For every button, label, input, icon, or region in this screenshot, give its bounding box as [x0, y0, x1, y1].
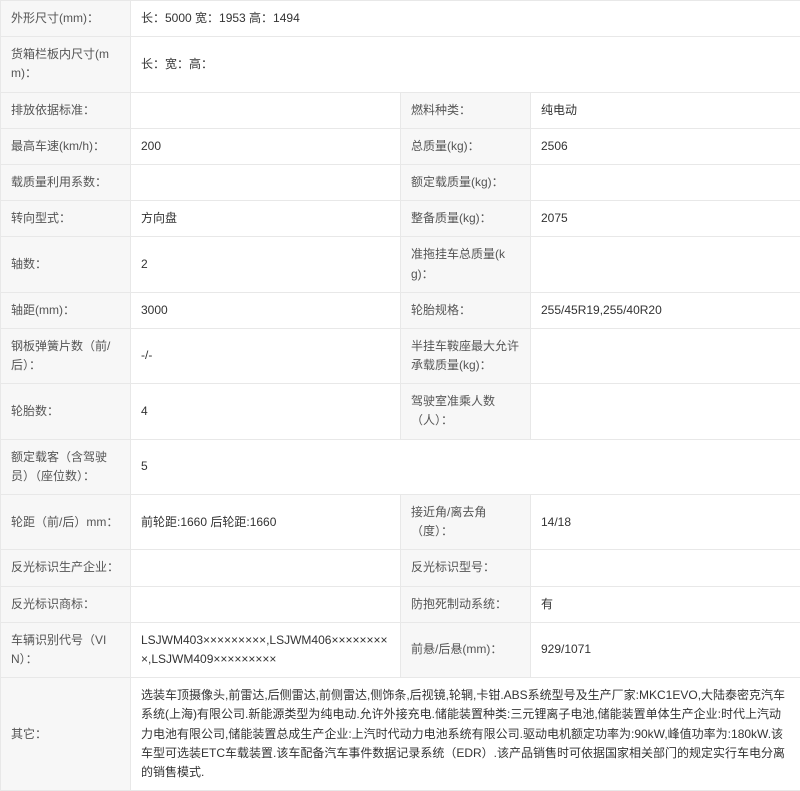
spec-row: 其它：选装车顶摄像头,前雷达,后侧雷达,前侧雷达,侧饰条,后视镜,轮辋,卡钳.A…: [1, 678, 800, 791]
spec-label: 燃料种类：: [401, 92, 531, 128]
spec-label: 转向型式：: [1, 201, 131, 237]
spec-label: 总质量(kg)：: [401, 128, 531, 164]
spec-value: 选装车顶摄像头,前雷达,后侧雷达,前侧雷达,侧饰条,后视镜,轮辋,卡钳.ABS系…: [131, 678, 800, 791]
spec-row: 载质量利用系数： 额定载质量(kg)：: [1, 164, 800, 200]
spec-row: 车辆识别代号（VIN）：LSJWM403×××××××××,LSJWM406××…: [1, 622, 800, 677]
spec-label: 轮距（前/后）mm：: [1, 495, 131, 550]
spec-label: 额定载质量(kg)：: [401, 164, 531, 200]
spec-label: 反光标识型号：: [401, 550, 531, 586]
spec-value: [531, 237, 800, 292]
spec-row: 轴距(mm)：3000轮胎规格：255/45R19,255/40R20: [1, 292, 800, 328]
spec-value: LSJWM403×××××××××,LSJWM406×××××××××,LSJW…: [131, 622, 401, 677]
spec-row: 钢板弹簧片数（前/后）：-/-半挂车鞍座最大允许承载质量(kg)：: [1, 328, 800, 383]
spec-value: [131, 550, 401, 586]
spec-value: -/-: [131, 328, 401, 383]
spec-value: [531, 384, 800, 439]
spec-value: 长：5000 宽：1953 高：1494: [131, 1, 800, 37]
spec-label: 准拖挂车总质量(kg)：: [401, 237, 531, 292]
spec-row: 轴数：2准拖挂车总质量(kg)：: [1, 237, 800, 292]
spec-label: 半挂车鞍座最大允许承载质量(kg)：: [401, 328, 531, 383]
spec-row: 轮距（前/后）mm：前轮距:1660 后轮距:1660接近角/离去角（度）：14…: [1, 495, 800, 550]
spec-value: 200: [131, 128, 401, 164]
spec-row: 轮胎数：4驾驶室准乘人数（人）：: [1, 384, 800, 439]
spec-value: 4: [131, 384, 401, 439]
spec-label: 整备质量(kg)：: [401, 201, 531, 237]
spec-row: 外形尺寸(mm)：长：5000 宽：1953 高：1494: [1, 1, 800, 37]
spec-value: [531, 164, 800, 200]
spec-label: 接近角/离去角（度）：: [401, 495, 531, 550]
vehicle-spec-table: 外形尺寸(mm)：长：5000 宽：1953 高：1494货箱栏板内尺寸(mm)…: [0, 0, 800, 791]
spec-value: 2075: [531, 201, 800, 237]
spec-value: [531, 328, 800, 383]
spec-value: 2506: [531, 128, 800, 164]
spec-label: 前悬/后悬(mm)：: [401, 622, 531, 677]
spec-value: [531, 550, 800, 586]
spec-label: 轮胎规格：: [401, 292, 531, 328]
spec-row: 排放依据标准： 燃料种类：纯电动: [1, 92, 800, 128]
spec-label: 车辆识别代号（VIN）：: [1, 622, 131, 677]
spec-value: 方向盘: [131, 201, 401, 237]
spec-value: 2: [131, 237, 401, 292]
spec-row: 反光标识生产企业： 反光标识型号：: [1, 550, 800, 586]
spec-value: 5: [131, 439, 800, 494]
spec-row: 转向型式：方向盘整备质量(kg)：2075: [1, 201, 800, 237]
spec-value: 3000: [131, 292, 401, 328]
spec-label: 轴数：: [1, 237, 131, 292]
spec-label: 外形尺寸(mm)：: [1, 1, 131, 37]
spec-label: 货箱栏板内尺寸(mm)：: [1, 37, 131, 92]
spec-value: 255/45R19,255/40R20: [531, 292, 800, 328]
spec-value: 前轮距:1660 后轮距:1660: [131, 495, 401, 550]
spec-value: 929/1071: [531, 622, 800, 677]
spec-label: 额定载客（含驾驶员）（座位数）：: [1, 439, 131, 494]
spec-value: 纯电动: [531, 92, 800, 128]
spec-label: 轮胎数：: [1, 384, 131, 439]
spec-label: 载质量利用系数：: [1, 164, 131, 200]
spec-label: 最高车速(km/h)：: [1, 128, 131, 164]
spec-value: [131, 164, 401, 200]
spec-label: 驾驶室准乘人数（人）：: [401, 384, 531, 439]
spec-label: 轴距(mm)：: [1, 292, 131, 328]
spec-row: 货箱栏板内尺寸(mm)：长：宽：高：: [1, 37, 800, 92]
spec-row: 额定载客（含驾驶员）（座位数）：5: [1, 439, 800, 494]
spec-row: 最高车速(km/h)：200总质量(kg)：2506: [1, 128, 800, 164]
spec-label: 钢板弹簧片数（前/后）：: [1, 328, 131, 383]
spec-label: 其它：: [1, 678, 131, 791]
spec-label: 反光标识生产企业：: [1, 550, 131, 586]
spec-label: 排放依据标准：: [1, 92, 131, 128]
spec-value: [131, 92, 401, 128]
spec-value: 长：宽：高：: [131, 37, 800, 92]
spec-value: 14/18: [531, 495, 800, 550]
